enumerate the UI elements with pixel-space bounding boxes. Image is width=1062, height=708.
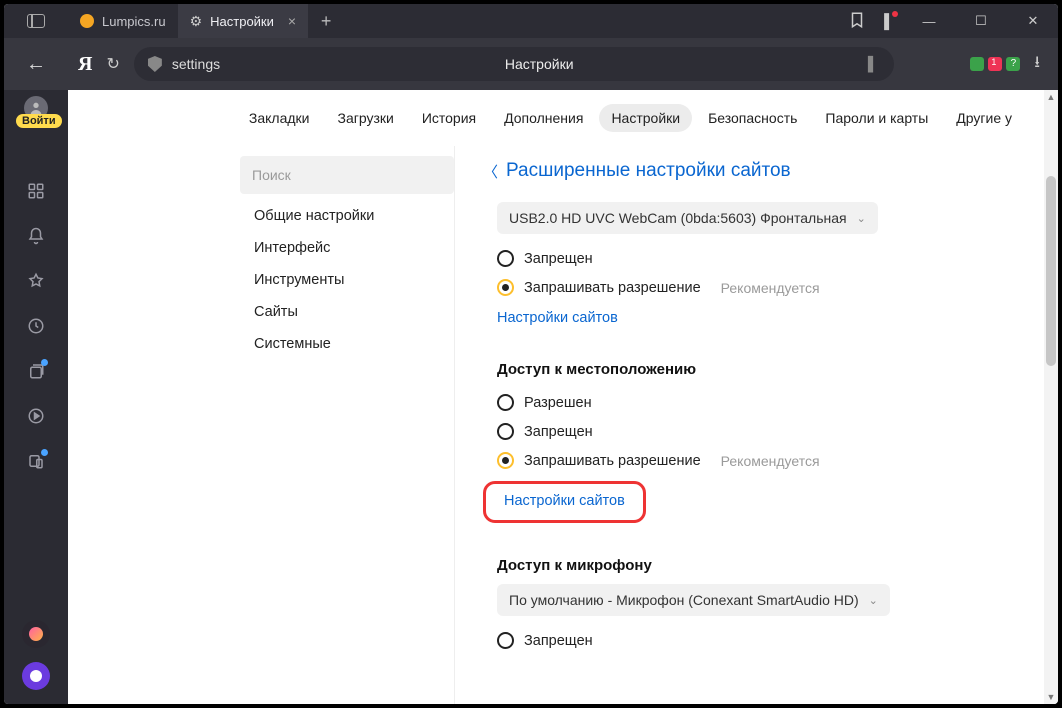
nav-addons[interactable]: Дополнения	[492, 104, 595, 132]
radio-icon	[497, 632, 514, 649]
microphone-device-label: По умолчанию - Микрофон (Conexant SmartA…	[509, 592, 859, 608]
nav-security[interactable]: Безопасность	[696, 104, 809, 132]
microphone-radio-deny[interactable]: Запрещен	[483, 626, 1040, 655]
radio-icon	[497, 394, 514, 411]
play-icon[interactable]	[27, 407, 45, 430]
group-location: Доступ к местоположению Разрешен Запреще…	[483, 341, 1040, 537]
scrollbar[interactable]: ▲ ▼	[1044, 90, 1058, 704]
close-tab-icon[interactable]: ×	[288, 13, 296, 29]
gear-icon: ⚙	[190, 13, 203, 30]
downloads-icon[interactable]: ⭳	[1034, 51, 1040, 78]
sidebar-item-general[interactable]: Общие настройки	[254, 208, 454, 224]
alice-icon[interactable]	[22, 662, 50, 690]
hint-text: Рекомендуется	[721, 453, 820, 469]
location-radio-allow[interactable]: Разрешен	[483, 388, 1040, 417]
settings-topnav: Закладки Загрузки История Дополнения Нас…	[68, 90, 1058, 146]
search-input[interactable]: Поиск	[240, 156, 454, 194]
location-site-settings-link[interactable]: Настройки сайтов	[490, 493, 625, 509]
tab-label: Настройки	[210, 14, 274, 29]
breadcrumb-label: Расширенные настройки сайтов	[506, 160, 791, 182]
group-microphone: Доступ к микрофону По умолчанию - Микроф…	[483, 537, 1040, 669]
hint-text: Рекомендуется	[721, 280, 820, 296]
radio-label: Запрещен	[524, 424, 593, 440]
search-placeholder: Поиск	[252, 167, 291, 183]
radio-checked-icon	[497, 452, 514, 469]
content-area: ▲ ▼ Закладки Загрузки История Дополнения…	[68, 90, 1058, 704]
tab-label: Lumpics.ru	[102, 14, 166, 29]
tab-lumpics[interactable]: Lumpics.ru	[68, 4, 178, 38]
omnibox-title: Настройки	[230, 56, 848, 72]
extensions-icon[interactable]: 1 ?	[970, 57, 1020, 71]
window-close-button[interactable]: ✕	[1016, 13, 1050, 29]
radio-icon	[497, 423, 514, 440]
login-pill[interactable]: Войти	[16, 114, 62, 128]
camera-device-label: USB2.0 HD UVC WebCam (0bda:5603) Фронтал…	[509, 210, 847, 226]
location-radio-ask[interactable]: Запрашивать разрешение Рекомендуется	[483, 446, 1040, 475]
settings-sidebar: Поиск Общие настройки Интерфейс Инструме…	[240, 146, 454, 704]
left-rail: Войти	[4, 90, 68, 704]
apps-icon[interactable]	[27, 182, 45, 205]
address-bar: ← Я ↻ settings Настройки ▕▍ 1 ? ⭳	[4, 38, 1058, 90]
camera-radio-deny[interactable]: Запрещен	[483, 244, 1040, 273]
devices-icon[interactable]	[27, 452, 45, 475]
sidebar-item-interface[interactable]: Интерфейс	[254, 240, 454, 256]
window-minimize-button[interactable]: —	[912, 14, 946, 29]
location-radio-deny[interactable]: Запрещен	[483, 417, 1040, 446]
chevron-down-icon: ⌄	[857, 212, 866, 225]
new-tab-button[interactable]: +	[308, 4, 344, 38]
nav-history[interactable]: История	[410, 104, 488, 132]
nav-passwords[interactable]: Пароли и карты	[813, 104, 940, 132]
nav-downloads[interactable]: Загрузки	[325, 104, 405, 132]
location-title: Доступ к местоположению	[483, 341, 1040, 388]
sidebar-item-sites[interactable]: Сайты	[254, 304, 454, 320]
nav-other[interactable]: Другие у	[944, 104, 1024, 132]
camera-site-settings-link[interactable]: Настройки сайтов	[483, 302, 618, 326]
nav-settings[interactable]: Настройки	[599, 104, 692, 132]
scrollbar-thumb[interactable]	[1046, 176, 1056, 366]
radio-label: Запрашивать разрешение	[524, 280, 701, 296]
favicon-lumpics-icon	[80, 14, 94, 28]
reload-button[interactable]: ↻	[106, 54, 119, 74]
history-icon[interactable]	[27, 317, 45, 340]
yandex-logo-icon[interactable]: Я	[78, 53, 92, 76]
chevron-left-icon: 〈	[483, 161, 498, 182]
notifications-icon[interactable]: ▌	[884, 13, 894, 29]
shield-icon	[148, 56, 162, 72]
microphone-device-select[interactable]: По умолчанию - Микрофон (Conexant SmartA…	[497, 584, 890, 616]
star-icon[interactable]	[27, 272, 45, 295]
sidebar-item-system[interactable]: Системные	[254, 336, 454, 352]
radio-label: Запрещен	[524, 633, 593, 649]
collections-icon[interactable]	[27, 362, 45, 385]
radio-label: Запрещен	[524, 251, 593, 267]
settings-main: 〈 Расширенные настройки сайтов USB2.0 HD…	[454, 146, 1040, 704]
chevron-down-icon: ⌄	[869, 594, 878, 607]
tab-settings[interactable]: ⚙ Настройки ×	[178, 4, 309, 38]
radio-checked-icon	[497, 279, 514, 296]
bell-icon[interactable]	[27, 227, 45, 250]
omnibox-url: settings	[172, 56, 220, 72]
sidebar-item-tools[interactable]: Инструменты	[254, 272, 454, 288]
radio-icon	[497, 250, 514, 267]
camera-radio-ask[interactable]: Запрашивать разрешение Рекомендуется	[483, 273, 1040, 302]
sidebar-toggle-icon[interactable]	[27, 14, 45, 28]
callout-highlight: Настройки сайтов	[483, 481, 646, 523]
breadcrumb-back[interactable]: 〈 Расширенные настройки сайтов	[483, 146, 1040, 202]
omnibox[interactable]: settings Настройки ▕▍	[134, 47, 894, 81]
microphone-title: Доступ к микрофону	[483, 537, 1040, 584]
radio-label: Запрашивать разрешение	[524, 453, 701, 469]
bookmark-flag-icon[interactable]: ▕▍	[858, 56, 880, 73]
nav-bookmarks[interactable]: Закладки	[237, 104, 322, 132]
bookmarks-icon[interactable]	[848, 11, 866, 32]
alice-dark-icon[interactable]	[22, 620, 50, 648]
radio-label: Разрешен	[524, 395, 592, 411]
group-camera: USB2.0 HD UVC WebCam (0bda:5603) Фронтал…	[483, 202, 1040, 341]
nav-back-button[interactable]: ←	[26, 53, 46, 76]
titlebar: Lumpics.ru ⚙ Настройки × + ▌ — ☐ ✕	[4, 4, 1058, 38]
camera-device-select[interactable]: USB2.0 HD UVC WebCam (0bda:5603) Фронтал…	[497, 202, 878, 234]
window-maximize-button[interactable]: ☐	[964, 13, 998, 29]
